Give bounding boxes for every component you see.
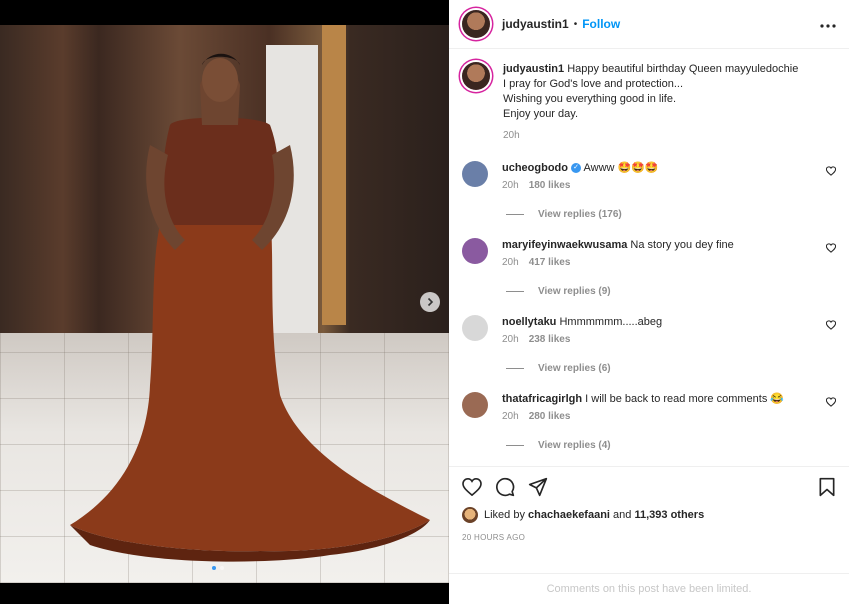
- carousel-indicators: [212, 566, 224, 570]
- view-replies-button[interactable]: View replies (6): [506, 363, 849, 374]
- comment-text: Hmmmmmm.....abeg: [559, 316, 663, 328]
- comment-like-heart-icon[interactable]: [826, 243, 836, 253]
- liker-avatar: [462, 507, 478, 523]
- replies-divider: [506, 291, 524, 292]
- post-header: judyaustin1 • Follow: [449, 0, 849, 49]
- post-dialog: XD judyaustin1 • Follow judyaustin1 Happ…: [0, 0, 849, 604]
- caption-line: Enjoy your day.: [503, 108, 579, 120]
- view-replies-label: View replies (176): [538, 209, 622, 220]
- view-replies-label: View replies (4): [538, 440, 611, 451]
- commenter-username[interactable]: thatafricagirlgh: [502, 393, 582, 405]
- likes-others[interactable]: 11,393 others: [634, 509, 704, 521]
- commenter-avatar[interactable]: [462, 238, 488, 264]
- comment-text: I will be back to read more comments 😂: [585, 393, 785, 405]
- view-replies-button[interactable]: View replies (4): [506, 440, 849, 451]
- caption-line: Happy beautiful birthday Queen mayyuledo…: [567, 63, 799, 75]
- author-username[interactable]: judyaustin1: [502, 17, 569, 31]
- caption-avatar[interactable]: [462, 62, 490, 90]
- replies-divider: [506, 368, 524, 369]
- liked-by: Liked by chachaekefaani and 11,393 other…: [462, 507, 836, 523]
- replies-divider: [506, 214, 524, 215]
- comment-time: 20h: [502, 180, 519, 191]
- commenter-avatar[interactable]: [462, 392, 488, 418]
- view-replies-button[interactable]: View replies (9): [506, 286, 849, 297]
- comment-item: ucheogbodo ✓ Awww 🤩🤩🤩 20h 180 likes: [449, 161, 849, 191]
- like-heart-icon[interactable]: [462, 478, 482, 496]
- share-icon[interactable]: [528, 477, 548, 497]
- commenter-username[interactable]: maryifeyinwaekwusama: [502, 239, 627, 251]
- comment-item: thatafricagirlgh I will be back to read …: [449, 392, 849, 422]
- post-media: XD: [0, 0, 449, 604]
- woman-in-gown-illustration: [70, 53, 430, 562]
- watermark: XD: [408, 581, 434, 583]
- comment-item: noellytaku Hmmmmmm.....abeg 20h 238 likes: [449, 315, 849, 345]
- post-photo[interactable]: XD: [0, 25, 449, 583]
- comment-like-heart-icon[interactable]: [826, 166, 836, 176]
- replies-divider: [506, 445, 524, 446]
- post-actions: Liked by chachaekefaani and 11,393 other…: [449, 466, 849, 576]
- more-options-icon[interactable]: [820, 15, 836, 33]
- caption-time: 20h: [503, 130, 520, 141]
- post-caption: judyaustin1 Happy beautiful birthday Que…: [449, 50, 849, 143]
- save-bookmark-icon[interactable]: [818, 477, 836, 497]
- comment-likes[interactable]: 417 likes: [529, 257, 571, 268]
- caption-line: I pray for God's love and protection...: [503, 78, 684, 90]
- comment-time: 20h: [502, 257, 519, 268]
- comment-likes[interactable]: 238 likes: [529, 334, 571, 345]
- verified-badge-icon: ✓: [571, 163, 582, 174]
- commenter-avatar[interactable]: [462, 161, 488, 187]
- view-replies-label: View replies (6): [538, 363, 611, 374]
- comments-list[interactable]: judyaustin1 Happy beautiful birthday Que…: [449, 50, 849, 465]
- post-side-panel: judyaustin1 • Follow judyaustin1 Happy b…: [449, 0, 849, 604]
- follow-button[interactable]: Follow: [582, 17, 620, 31]
- comment-likes[interactable]: 280 likes: [529, 411, 571, 422]
- commenter-avatar[interactable]: [462, 315, 488, 341]
- comment-item: maryifeyinwaekwusama Na story you dey fi…: [449, 238, 849, 268]
- commenter-username[interactable]: noellytaku: [502, 316, 556, 328]
- comments-limited-notice: Comments on this post have been limited.: [449, 573, 849, 604]
- carousel-dot: [220, 566, 224, 570]
- view-replies-button[interactable]: View replies (176): [506, 209, 849, 220]
- carousel-dot: [212, 566, 216, 570]
- next-image-button[interactable]: [420, 292, 440, 312]
- commenter-username[interactable]: ucheogbodo: [502, 162, 568, 174]
- post-timestamp: 20 HOURS AGO: [462, 533, 526, 542]
- caption-username[interactable]: judyaustin1: [503, 63, 564, 75]
- liked-by-suffix: and: [613, 509, 632, 521]
- comment-text: Awww 🤩🤩🤩: [583, 162, 659, 174]
- comment-like-heart-icon[interactable]: [826, 320, 836, 330]
- chevron-right-icon: [427, 297, 434, 307]
- caption-line: Wishing you everything good in life.: [503, 93, 677, 105]
- comment-icon[interactable]: [495, 477, 515, 497]
- comment-likes[interactable]: 180 likes: [529, 180, 571, 191]
- author-avatar[interactable]: [462, 10, 490, 38]
- comment-text: Na story you dey fine: [630, 239, 734, 251]
- view-replies-label: View replies (9): [538, 286, 611, 297]
- liked-by-prefix: Liked by: [484, 509, 525, 521]
- separator-dot: •: [573, 18, 578, 30]
- comment-time: 20h: [502, 411, 519, 422]
- liked-by-user[interactable]: chachaekefaani: [528, 509, 610, 521]
- comment-time: 20h: [502, 334, 519, 345]
- comment-thread: ucheogbodo ✓ Awww 🤩🤩🤩 20h 180 likes View re…: [449, 161, 849, 451]
- comment-like-heart-icon[interactable]: [826, 397, 836, 407]
